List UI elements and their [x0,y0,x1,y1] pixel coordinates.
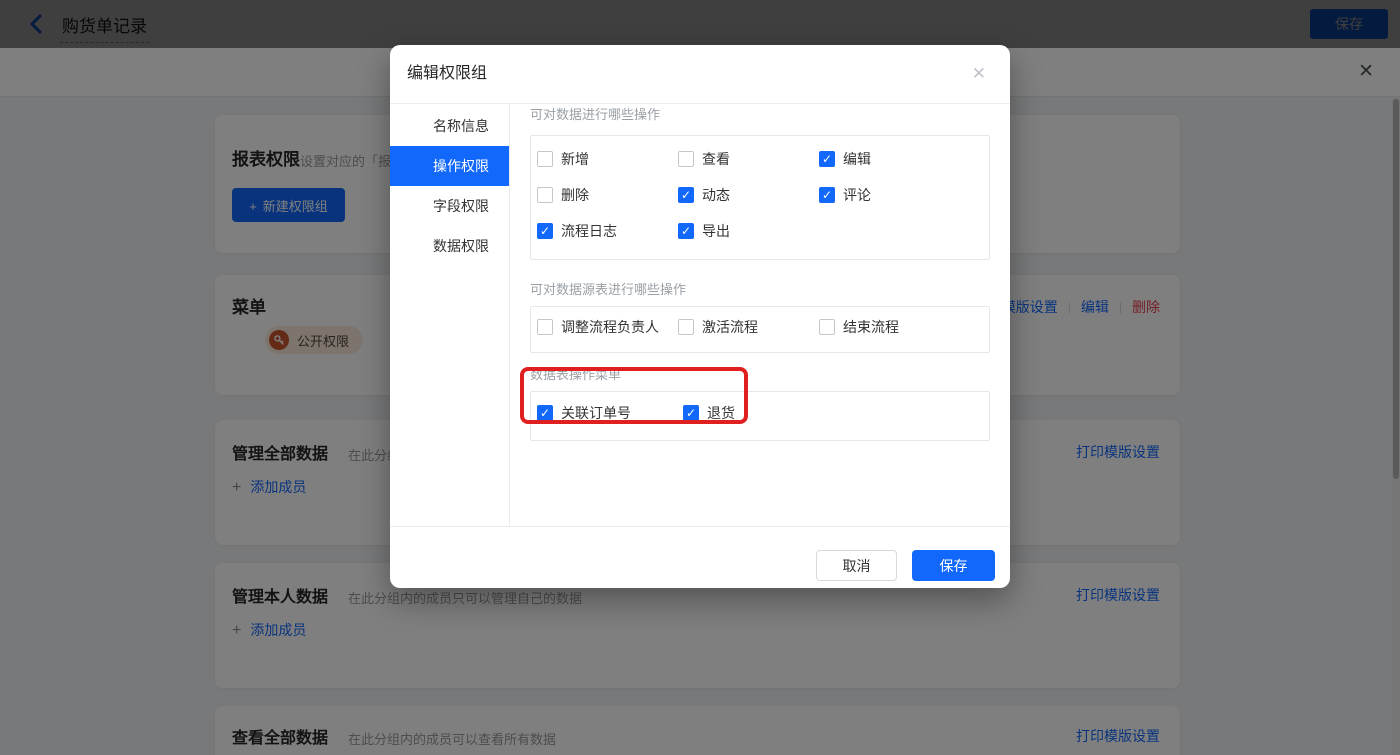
checkbox[interactable] [678,187,694,203]
tab-field-permission[interactable]: 字段权限 [390,186,509,226]
section-label-data-ops: 可对数据进行哪些操作 [530,107,661,122]
checkbox-label: 查看 [702,151,730,167]
tab-name-info[interactable]: 名称信息 [390,106,509,146]
modal-footer: 取消 保存 [390,526,1010,588]
checkbox-item[interactable]: 查看 [678,151,819,187]
checkbox-label: 新增 [561,151,589,167]
checkbox-item[interactable]: 调整流程负责人 [537,319,678,352]
checkbox-label: 导出 [702,223,730,239]
checkbox-label: 评论 [843,187,871,203]
checkbox-label: 退货 [707,405,735,421]
checkbox-label: 动态 [702,187,730,203]
checkbox-item[interactable]: 关联订单号 [537,405,683,440]
source-ops-checkbox-group: 调整流程负责人 激活流程 结束流程 [530,306,990,353]
checkbox[interactable] [537,151,553,167]
checkbox[interactable] [819,187,835,203]
checkbox-label: 删除 [561,187,589,203]
checkbox-item[interactable]: 编辑 [819,151,960,187]
checkbox-item[interactable]: 新增 [537,151,678,187]
checkbox-item[interactable]: 删除 [537,187,678,223]
checkbox[interactable] [683,405,699,421]
modal-tab-content: 可对数据进行哪些操作 新增 查看 编辑 删除 动态 评论 流程日志 导出 可对数… [510,104,1010,526]
checkbox[interactable] [678,223,694,239]
tab-data-permission[interactable]: 数据权限 [390,226,509,266]
checkbox-item[interactable]: 动态 [678,187,819,223]
modal-close-icon[interactable]: ✕ [972,63,986,85]
checkbox-item[interactable]: 导出 [678,223,819,259]
modal-tab-list: 名称信息 操作权限 字段权限 数据权限 [390,104,510,526]
edit-permission-group-modal: 编辑权限组 ✕ 名称信息 操作权限 字段权限 数据权限 可对数据进行哪些操作 新… [390,45,1010,588]
save-button[interactable]: 保存 [912,550,995,581]
tab-operation-permission[interactable]: 操作权限 [390,146,509,186]
checkbox-label: 流程日志 [561,223,617,239]
data-ops-checkbox-group: 新增 查看 编辑 删除 动态 评论 流程日志 导出 [530,135,990,260]
checkbox-item[interactable]: 退货 [683,405,824,440]
checkbox-item[interactable]: 评论 [819,187,960,223]
checkbox[interactable] [678,319,694,335]
modal-body: 名称信息 操作权限 字段权限 数据权限 可对数据进行哪些操作 新增 查看 编辑 … [390,104,1010,526]
checkbox[interactable] [537,319,553,335]
checkbox-item[interactable]: 激活流程 [678,319,819,352]
checkbox-label: 调整流程负责人 [561,319,659,335]
checkbox-label: 结束流程 [843,319,899,335]
modal-title: 编辑权限组 [407,65,488,82]
checkbox-label: 编辑 [843,151,871,167]
cancel-button[interactable]: 取消 [816,550,897,581]
checkbox-item[interactable]: 流程日志 [537,223,678,259]
checkbox[interactable] [678,151,694,167]
checkbox[interactable] [819,319,835,335]
table-menu-checkbox-group: 关联订单号 退货 [530,391,990,441]
section-label-source-ops: 可对数据源表进行哪些操作 [530,282,687,297]
checkbox[interactable] [537,187,553,203]
checkbox-label: 关联订单号 [561,405,631,421]
checkbox-item[interactable]: 结束流程 [819,319,960,352]
checkbox[interactable] [819,151,835,167]
section-label-table-menu: 数据表操作菜单 [530,367,622,382]
checkbox[interactable] [537,405,553,421]
checkbox-label: 激活流程 [702,319,758,335]
checkbox[interactable] [537,223,553,239]
